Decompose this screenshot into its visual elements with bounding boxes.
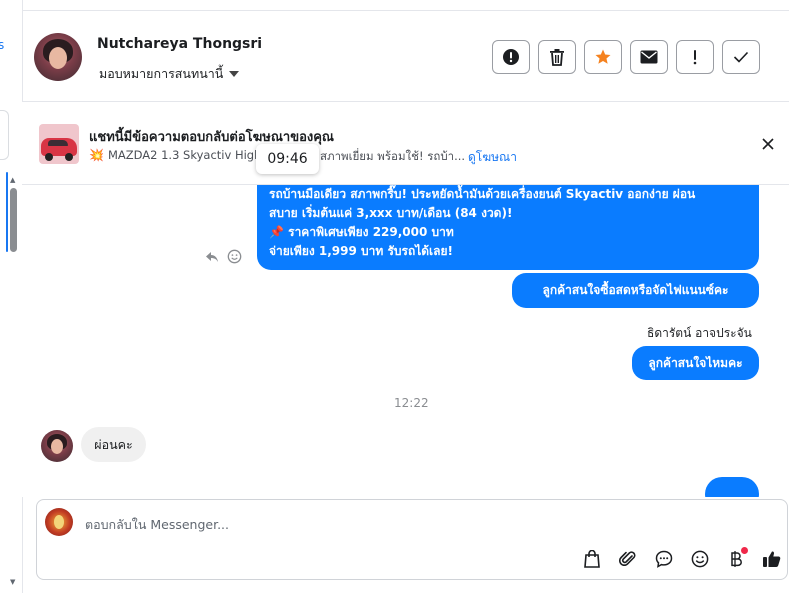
- star-button[interactable]: [584, 40, 622, 74]
- ad-subtitle-start: MAZDA2 1.3 Skyactiv High: [107, 148, 262, 162]
- reply-icon[interactable]: [205, 251, 219, 263]
- composer-tools: [580, 547, 784, 571]
- outgoing-ad-message[interactable]: รถบ้านมือเดียว สภาพกริ๊บ! ประหยัดน้ำมันด…: [257, 185, 759, 270]
- left-sidebar-edge: s ▲ ▼: [0, 0, 23, 593]
- ad-message-line: สบาย เริ่มต้นแค่ 3,xxx บาท/เดือน (84 งวด…: [269, 206, 513, 220]
- assign-label: มอบหมายการสนทนานี้: [99, 66, 224, 81]
- trash-icon: [550, 49, 564, 66]
- notification-dot: [741, 547, 748, 554]
- scroll-down-icon[interactable]: ▼: [10, 578, 15, 586]
- ad-message-line: 📌 ราคาพิเศษเพียง 229,000 บาท: [269, 225, 454, 239]
- caret-down-icon: [229, 71, 240, 77]
- alert-circle-icon: [503, 49, 519, 65]
- selected-indicator: [6, 172, 8, 252]
- sidebar-card-edge[interactable]: [0, 110, 9, 160]
- view-ad-link[interactable]: ดูโฆษณา: [468, 148, 517, 167]
- chat-bubble-icon[interactable]: [652, 547, 676, 571]
- close-icon[interactable]: [760, 136, 776, 152]
- sender-name: ธิดารัตน์ อาจประจัน: [647, 326, 752, 340]
- page-avatar: [45, 508, 73, 536]
- assign-conversation-dropdown[interactable]: มอบหมายการสนทนานี้: [99, 64, 240, 84]
- ad-context-bar: แชทนี้มีข้อความตอบกลับต่อโฆษณาของคุณ 💥 M…: [22, 102, 789, 185]
- conversation-header: Nutchareya Thongsri มอบหมายการสนทนานี้: [22, 11, 789, 102]
- mark-done-button[interactable]: [722, 40, 760, 74]
- shopping-bag-icon[interactable]: [580, 547, 604, 571]
- ad-message-line: จ่ายเพียง 1,999 บาท รับรถได้เลย!: [269, 244, 454, 258]
- follow-up-button[interactable]: [676, 40, 714, 74]
- sidebar-edge-text: s: [0, 38, 5, 52]
- scroll-up-icon[interactable]: ▲: [10, 176, 15, 184]
- sidebar-scrollbar[interactable]: [10, 188, 17, 252]
- outgoing-message[interactable]: ลูกค้าสนใจไหมคะ: [632, 346, 759, 380]
- paperclip-icon[interactable]: [616, 547, 640, 571]
- outgoing-message[interactable]: ลูกค้าสนใจซื้อสดหรือจัดไฟแนนซ์คะ: [512, 273, 759, 308]
- exclamation-icon: [693, 50, 697, 65]
- message-hover-actions: [205, 249, 242, 264]
- emoji-icon[interactable]: [688, 547, 712, 571]
- ad-thumbnail[interactable]: [39, 124, 79, 164]
- mark-spam-button[interactable]: [492, 40, 530, 74]
- contact-avatar[interactable]: [34, 33, 82, 81]
- message-timestamp: 12:22: [394, 396, 429, 410]
- outgoing-message-partial[interactable]: [705, 477, 759, 497]
- thumbs-up-icon[interactable]: [760, 547, 784, 571]
- mark-unread-button[interactable]: [630, 40, 668, 74]
- baht-icon[interactable]: [724, 547, 748, 571]
- star-icon: [595, 49, 611, 64]
- ad-subtitle-end: สภาพเยี่ยม พร้อมใช้! รถบ้า...: [320, 149, 466, 163]
- header-actions: [492, 40, 760, 74]
- ad-message-line: รถบ้านมือเดียว สภาพกริ๊บ! ประหยัดน้ำมันด…: [269, 187, 696, 201]
- collision-icon: 💥: [89, 148, 104, 162]
- react-emoji-icon[interactable]: [227, 249, 242, 264]
- check-icon: [733, 51, 749, 63]
- contact-avatar-small[interactable]: [41, 430, 73, 462]
- contact-name[interactable]: Nutchareya Thongsri: [97, 36, 262, 52]
- mail-icon: [640, 50, 658, 64]
- reply-input[interactable]: ตอบกลับใน Messenger...: [85, 515, 229, 535]
- message-thread: รถบ้านมือเดียว สภาพกริ๊บ! ประหยัดน้ำมันด…: [22, 185, 789, 497]
- time-tooltip: 09:46: [256, 144, 319, 174]
- incoming-message[interactable]: ผ่อนคะ: [81, 427, 146, 462]
- message-composer: ตอบกลับใน Messenger...: [36, 499, 788, 580]
- ad-context-subtitle: 💥 MAZDA2 1.3 Skyactiv High สภาพเยี่ยม พร…: [89, 148, 465, 163]
- delete-button[interactable]: [538, 40, 576, 74]
